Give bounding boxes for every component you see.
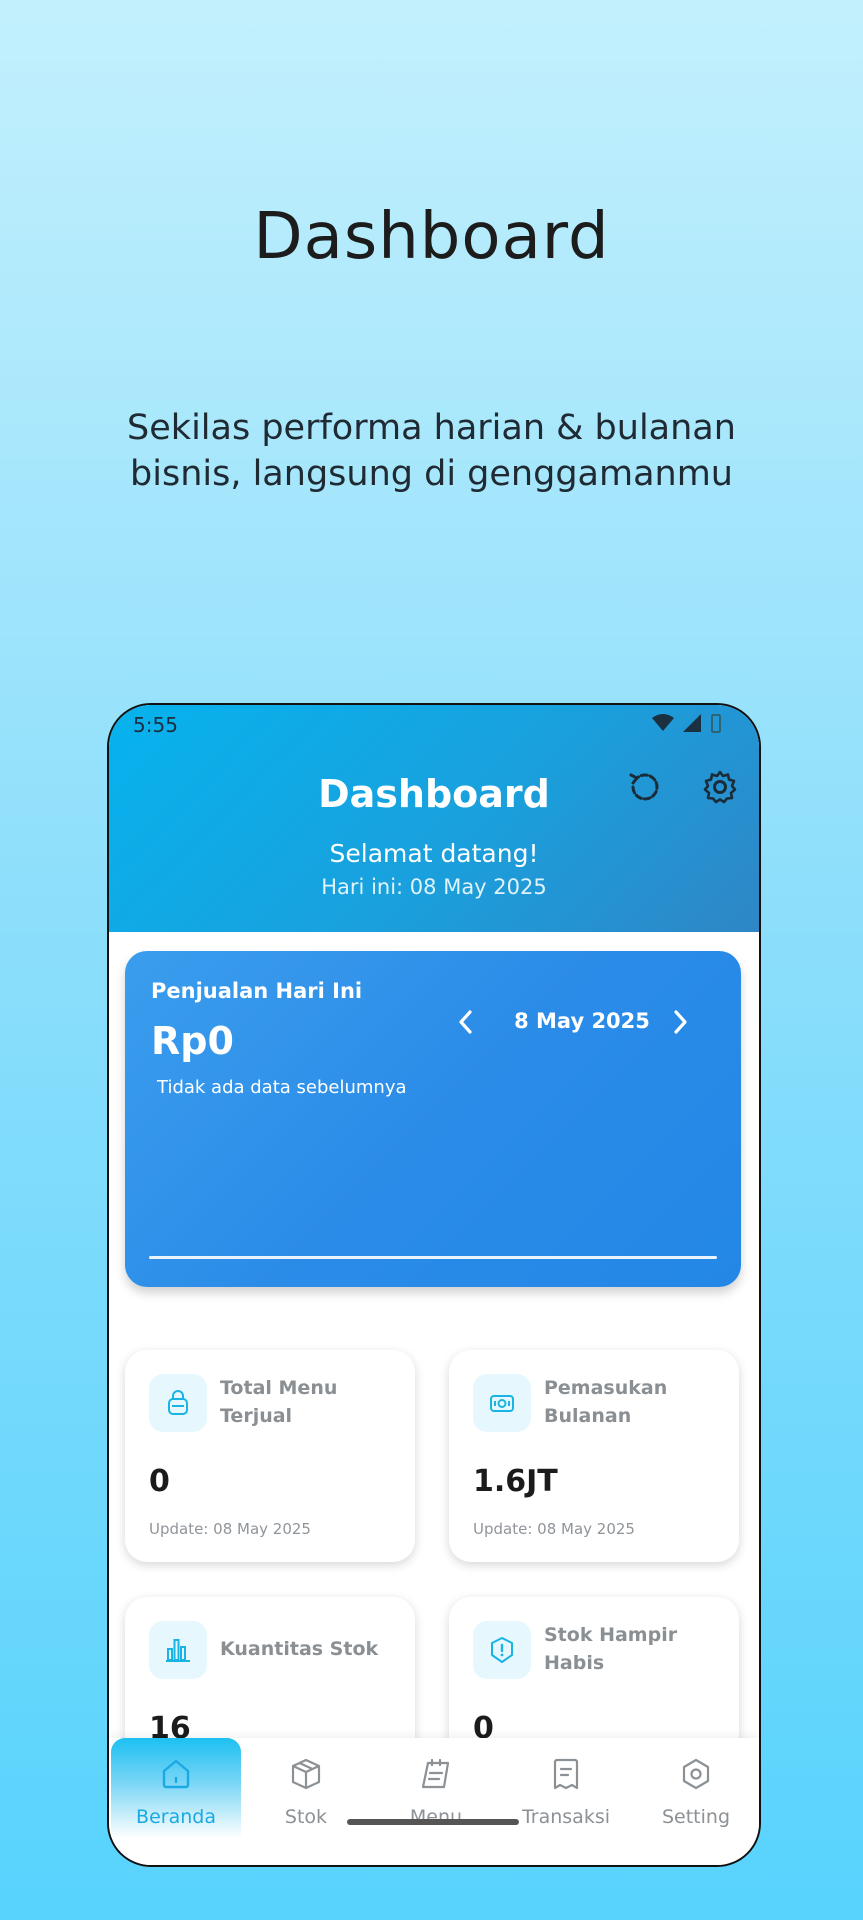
- settings-button[interactable]: [698, 765, 742, 809]
- today-date: Hari ini: 08 May 2025: [321, 875, 547, 899]
- stat-icon-box: [473, 1374, 531, 1432]
- chevron-right-icon: [674, 1010, 687, 1034]
- nav-item-transaksi[interactable]: Transaksi: [501, 1738, 631, 1838]
- settings-icon: [682, 1758, 710, 1790]
- nav-item-beranda[interactable]: Beranda: [111, 1738, 241, 1838]
- warning-icon: [491, 1637, 513, 1663]
- refresh-button[interactable]: [623, 765, 667, 809]
- status-time: 5:55: [133, 713, 178, 737]
- wifi-icon: [652, 714, 674, 731]
- stat-label: Total Menu Terjual: [220, 1377, 338, 1427]
- box-icon: [291, 1758, 321, 1790]
- sales-today-card: Penjualan Hari Ini Rp0 Tidak ada data se…: [125, 951, 741, 1287]
- sales-chart-baseline: [149, 1256, 717, 1259]
- sales-note: Tidak ada data sebelumnya: [157, 1077, 407, 1098]
- bag-icon: [168, 1390, 188, 1415]
- gear-icon: [703, 770, 737, 804]
- nav-label: Transaksi: [521, 1806, 611, 1828]
- signal-icon: [683, 714, 701, 732]
- chevron-left-icon: [459, 1010, 472, 1034]
- nav-label: Beranda: [136, 1806, 216, 1828]
- stat-value: 0: [149, 1464, 170, 1499]
- stat-updated: Update: 08 May 2025: [149, 1520, 311, 1538]
- stat-icon-box: [473, 1621, 531, 1679]
- stat-label: Kuantitas Stok: [220, 1638, 379, 1660]
- stat-label: Pemasukan Bulanan: [544, 1377, 668, 1427]
- bottom-nav: Beranda Stok Menu Transaksi Setting: [109, 1738, 759, 1865]
- stat-card-total-menu[interactable]: Total Menu Terjual 0 Update: 08 May 2025: [125, 1350, 415, 1562]
- money-icon: [490, 1395, 514, 1412]
- stat-updated: Update: 08 May 2025: [473, 1520, 635, 1538]
- menu-book-icon: [421, 1758, 450, 1789]
- promo-title: Dashboard: [253, 200, 610, 274]
- next-date-button[interactable]: [665, 1007, 695, 1037]
- app-header: 5:55 Dashboard Selamat datang! Hari ini:…: [109, 705, 759, 932]
- stat-icon-box: [149, 1621, 207, 1679]
- home-indicator[interactable]: [347, 1819, 519, 1825]
- home-icon: [162, 1759, 190, 1789]
- promo-subtitle: Sekilas performa harian & bulanan bisnis…: [127, 408, 736, 494]
- stat-value: 1.6JT: [473, 1464, 558, 1499]
- prev-date-button[interactable]: [451, 1007, 481, 1037]
- nav-label: Setting: [661, 1806, 731, 1828]
- status-icons: [651, 713, 723, 733]
- phone-frame: 5:55 Dashboard Selamat datang! Hari ini:…: [107, 703, 761, 1867]
- stat-card-monthly-income[interactable]: Pemasukan Bulanan 1.6JT Update: 08 May 2…: [449, 1350, 739, 1562]
- nav-item-setting[interactable]: Setting: [631, 1738, 759, 1838]
- welcome-text: Selamat datang!: [329, 839, 539, 868]
- refresh-icon: [629, 773, 659, 801]
- sales-label: Penjualan Hari Ini: [151, 979, 363, 1003]
- bar-chart-icon: [166, 1639, 190, 1662]
- stat-icon-box: [149, 1374, 207, 1432]
- sales-value: Rp0: [151, 1019, 234, 1063]
- stat-label: Stok Hampir Habis: [544, 1624, 678, 1674]
- receipt-icon: [553, 1758, 579, 1790]
- battery-icon: [711, 714, 721, 733]
- sales-date: 8 May 2025: [514, 1009, 650, 1033]
